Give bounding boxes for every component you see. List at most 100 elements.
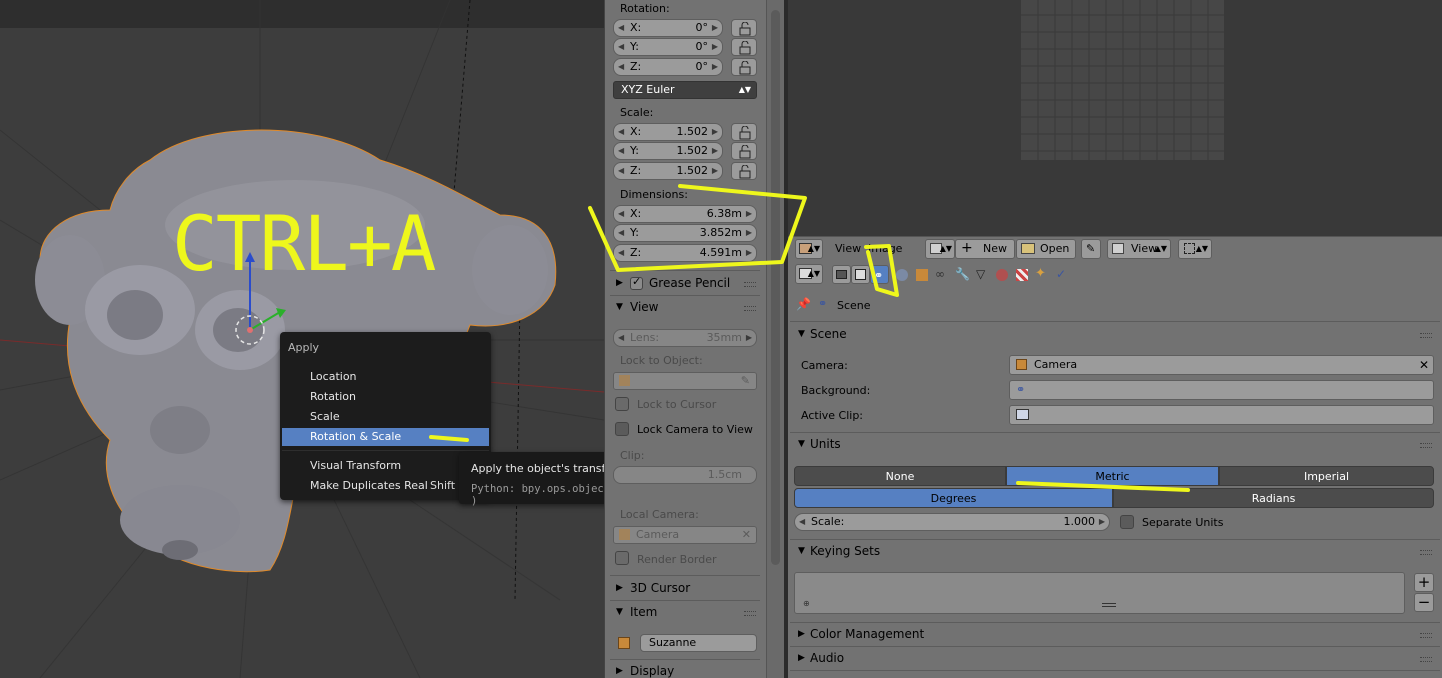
remove-keying-set-button[interactable]: − [1414, 593, 1434, 612]
tab-constraints[interactable]: ∞ [932, 265, 951, 284]
view-panel-header[interactable]: ▼ View [610, 298, 758, 318]
menu-item-location[interactable]: Location [282, 368, 489, 386]
tab-world[interactable] [892, 265, 911, 284]
rotation-units-radians[interactable]: Radians [1113, 488, 1434, 508]
keying-sets-section-header[interactable]: ▼ Keying Sets [794, 542, 1434, 562]
menu-item-make-duplicates-real[interactable]: Make Duplicates Real Shift C [282, 477, 489, 495]
check-icon: ✓ [632, 275, 642, 288]
tab-render-layers[interactable] [851, 265, 870, 284]
add-keying-set-button[interactable]: + [1414, 573, 1434, 592]
view-mode-dropdown[interactable]: View ▲▼ [1107, 239, 1171, 259]
audio-section-header[interactable]: ▶ Audio [794, 649, 1434, 669]
image-menu[interactable]: Image [868, 242, 902, 255]
local-camera-field[interactable]: Camera ✕ [613, 526, 757, 544]
tab-data[interactable]: ▽ [972, 265, 991, 284]
clear-x-icon[interactable]: ✕ [742, 527, 751, 543]
tab-object[interactable] [912, 265, 931, 284]
clip-start-field[interactable]: 1.5cm [613, 466, 757, 484]
menu-item-visual-transform[interactable]: Visual Transform [282, 457, 489, 475]
n-panel-scrollbar[interactable] [766, 0, 784, 678]
tab-material[interactable] [992, 265, 1011, 284]
lock-camera-to-view-checkbox[interactable] [615, 422, 629, 436]
unit-system-none[interactable]: None [794, 466, 1006, 486]
tab-scene[interactable]: ⚭ [870, 265, 889, 284]
grease-pencil-panel-header[interactable]: ▶ ✓ Grease Pencil [610, 274, 758, 294]
menu-item-label: Rotation [310, 390, 357, 403]
lock-rotation-y-button[interactable] [731, 38, 757, 56]
dimension-z-field[interactable]: ◀ Z: 4.591m ▶ [613, 244, 757, 262]
unit-scale-field[interactable]: ◀ Scale: 1.000 ▶ [794, 513, 1110, 531]
dimension-x-field[interactable]: ◀ X: 6.38m ▶ [613, 205, 757, 223]
pin-icon[interactable]: 📌 [796, 297, 811, 311]
pin-button[interactable]: ✎ [1081, 239, 1101, 259]
menu-item-rotation-and-scale[interactable]: Rotation & Scale [282, 428, 489, 446]
3d-cursor-panel-header[interactable]: ▶ 3D Cursor [610, 579, 758, 599]
display-panel-header[interactable]: ▶ Display [610, 662, 758, 678]
section-separator [790, 622, 1440, 623]
item-name-field[interactable]: Suzanne [640, 634, 757, 652]
scale-x-field[interactable]: ◀ X: 1.502 ▶ [613, 123, 723, 141]
scrollbar-thumb[interactable] [771, 10, 780, 565]
grip-icon[interactable] [1420, 633, 1432, 638]
grip-icon[interactable] [1420, 657, 1432, 662]
camera-icon [836, 270, 847, 279]
scale-y-field[interactable]: ◀ Y: 1.502 ▶ [613, 142, 723, 160]
rotation-x-field[interactable]: ◀ X: 0° ▶ [613, 19, 723, 37]
grip-icon[interactable] [744, 282, 756, 287]
new-image-button[interactable]: + New [955, 239, 1015, 259]
grip-icon[interactable] [1420, 443, 1432, 448]
lens-field[interactable]: ◀ Lens: 35mm ▶ [613, 329, 757, 347]
tab-texture[interactable] [1012, 265, 1031, 284]
scene-background-field[interactable]: ⚭ [1009, 380, 1434, 400]
scale-z-field[interactable]: ◀ Z: 1.502 ▶ [613, 162, 723, 180]
lock-scale-y-button[interactable] [731, 142, 757, 160]
lock-rotation-x-button[interactable] [731, 19, 757, 37]
eyedropper-icon[interactable]: ✎ [741, 373, 750, 389]
list-grip-icon[interactable] [1102, 603, 1116, 607]
clear-x-icon[interactable]: ✕ [1419, 356, 1429, 374]
menu-item-rotation[interactable]: Rotation [282, 388, 489, 406]
scene-section-header[interactable]: ▼ Scene [794, 325, 1434, 345]
lock-rotation-z-button[interactable] [731, 58, 757, 76]
image-browse-button[interactable]: ▲▼ [925, 239, 955, 259]
grip-icon[interactable] [744, 306, 756, 311]
scene-camera-field[interactable]: Camera ✕ [1009, 355, 1434, 375]
properties-editor-type-button[interactable]: ▲▼ [795, 264, 823, 284]
rotation-mode-dropdown[interactable]: XYZ Euler ▲▼ [613, 81, 757, 99]
list-resize-icon[interactable]: ⊕ [803, 599, 810, 608]
dimension-y-field[interactable]: ◀ Y: 3.852m ▶ [613, 224, 757, 242]
tab-physics[interactable]: ✓ [1052, 265, 1071, 284]
lock-to-object-field[interactable]: ✎ [613, 372, 757, 390]
tab-particles[interactable]: ✦ [1032, 265, 1051, 284]
image-editor[interactable] [788, 0, 1442, 236]
lock-scale-x-button[interactable] [731, 123, 757, 141]
active-clip-field[interactable] [1009, 405, 1434, 425]
item-panel-header[interactable]: ▼ Item [610, 603, 758, 623]
color-management-section-header[interactable]: ▶ Color Management [794, 625, 1434, 645]
pivot-dropdown[interactable]: ▲▼ [1178, 239, 1212, 259]
tab-render[interactable] [832, 265, 851, 284]
unit-system-imperial[interactable]: Imperial [1219, 466, 1434, 486]
grip-icon[interactable] [1420, 550, 1432, 555]
rotation-z-field[interactable]: ◀ Z: 0° ▶ [613, 58, 723, 76]
menu-item-scale[interactable]: Scale [282, 408, 489, 426]
separate-units-checkbox[interactable] [1120, 515, 1134, 529]
lock-scale-z-button[interactable] [731, 162, 757, 180]
units-section-header[interactable]: ▼ Units [794, 435, 1434, 455]
rotation-units-degrees[interactable]: Degrees [794, 488, 1113, 508]
rotation-y-field[interactable]: ◀ Y: 0° ▶ [613, 38, 723, 56]
grip-icon[interactable] [744, 611, 756, 616]
unit-system-metric[interactable]: Metric [1006, 466, 1219, 486]
expand-triangle-icon: ▶ [798, 629, 805, 639]
lock-to-cursor-checkbox[interactable] [615, 397, 629, 411]
grip-icon[interactable] [1420, 333, 1432, 338]
collapse-triangle-icon: ▼ [616, 607, 623, 617]
keying-sets-list[interactable]: ⊕ [794, 572, 1405, 614]
pivot-icon [1184, 243, 1195, 254]
render-border-checkbox[interactable] [615, 551, 629, 565]
open-image-button[interactable]: Open [1016, 239, 1076, 259]
updown-icon: ▲▼ [807, 269, 820, 278]
tab-modifiers[interactable]: 🔧 [952, 265, 971, 284]
editor-type-button[interactable]: ▲▼ [795, 239, 823, 259]
view-menu[interactable]: View [835, 242, 861, 255]
